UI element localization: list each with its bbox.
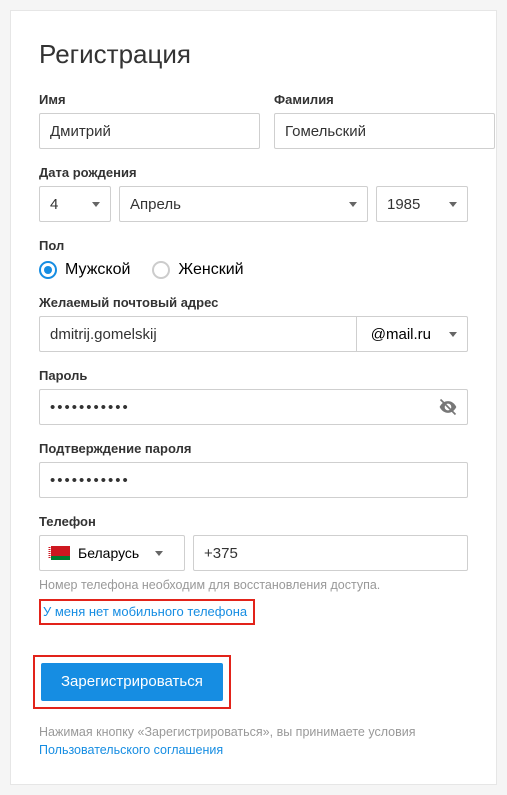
terms-link[interactable]: Пользовательского соглашения	[39, 743, 223, 757]
terms-prefix: Нажимая кнопку «Зарегистрироваться», вы …	[39, 725, 416, 739]
password-confirm-label: Подтверждение пароля	[39, 441, 468, 456]
email-label: Желаемый почтовый адрес	[39, 295, 468, 310]
gender-label: Пол	[39, 238, 468, 253]
chevron-down-icon	[349, 202, 357, 207]
password-input[interactable]	[39, 389, 468, 425]
registration-card: Регистрация Имя Фамилия Дата рождения 4 …	[10, 10, 497, 785]
submit-highlight: Зарегистрироваться	[33, 655, 231, 709]
dob-label: Дата рождения	[39, 165, 468, 180]
chevron-down-icon	[449, 202, 457, 207]
password-confirm-input[interactable]	[39, 462, 468, 498]
dob-day-select[interactable]: 4	[39, 186, 111, 222]
dob-year-value: 1985	[387, 196, 420, 213]
chevron-down-icon	[155, 551, 163, 556]
email-domain-value: @mail.ru	[371, 326, 431, 343]
radio-icon	[152, 261, 170, 279]
terms-text: Нажимая кнопку «Зарегистрироваться», вы …	[39, 723, 468, 761]
no-phone-link[interactable]: У меня нет мобильного телефона	[43, 604, 247, 619]
radio-icon	[39, 261, 57, 279]
phone-country-select[interactable]: Беларусь	[39, 535, 185, 571]
gender-male-radio[interactable]: Мужской	[39, 261, 130, 279]
phone-hint: Номер телефона необходим для восстановле…	[39, 577, 468, 595]
last-name-label: Фамилия	[274, 92, 495, 107]
gender-female-radio[interactable]: Женский	[152, 261, 243, 279]
name-row: Имя Фамилия	[39, 92, 468, 165]
email-user-input[interactable]	[39, 316, 356, 352]
flag-by-icon	[48, 546, 70, 560]
password-label: Пароль	[39, 368, 468, 383]
phone-input[interactable]	[193, 535, 468, 571]
page-title: Регистрация	[39, 39, 468, 70]
chevron-down-icon	[449, 332, 457, 337]
first-name-input[interactable]	[39, 113, 260, 149]
dob-day-value: 4	[50, 196, 58, 213]
eye-off-icon[interactable]	[438, 397, 458, 417]
email-domain-select[interactable]: @mail.ru	[356, 316, 468, 352]
dob-month-value: Апрель	[130, 196, 181, 213]
chevron-down-icon	[92, 202, 100, 207]
dob-month-select[interactable]: Апрель	[119, 186, 368, 222]
first-name-label: Имя	[39, 92, 260, 107]
submit-button[interactable]: Зарегистрироваться	[41, 663, 223, 701]
phone-country-value: Беларусь	[78, 545, 139, 561]
phone-label: Телефон	[39, 514, 468, 529]
gender-female-label: Женский	[178, 261, 243, 279]
gender-male-label: Мужской	[65, 261, 130, 279]
no-phone-highlight: У меня нет мобильного телефона	[39, 599, 255, 625]
last-name-input[interactable]	[274, 113, 495, 149]
dob-year-select[interactable]: 1985	[376, 186, 468, 222]
